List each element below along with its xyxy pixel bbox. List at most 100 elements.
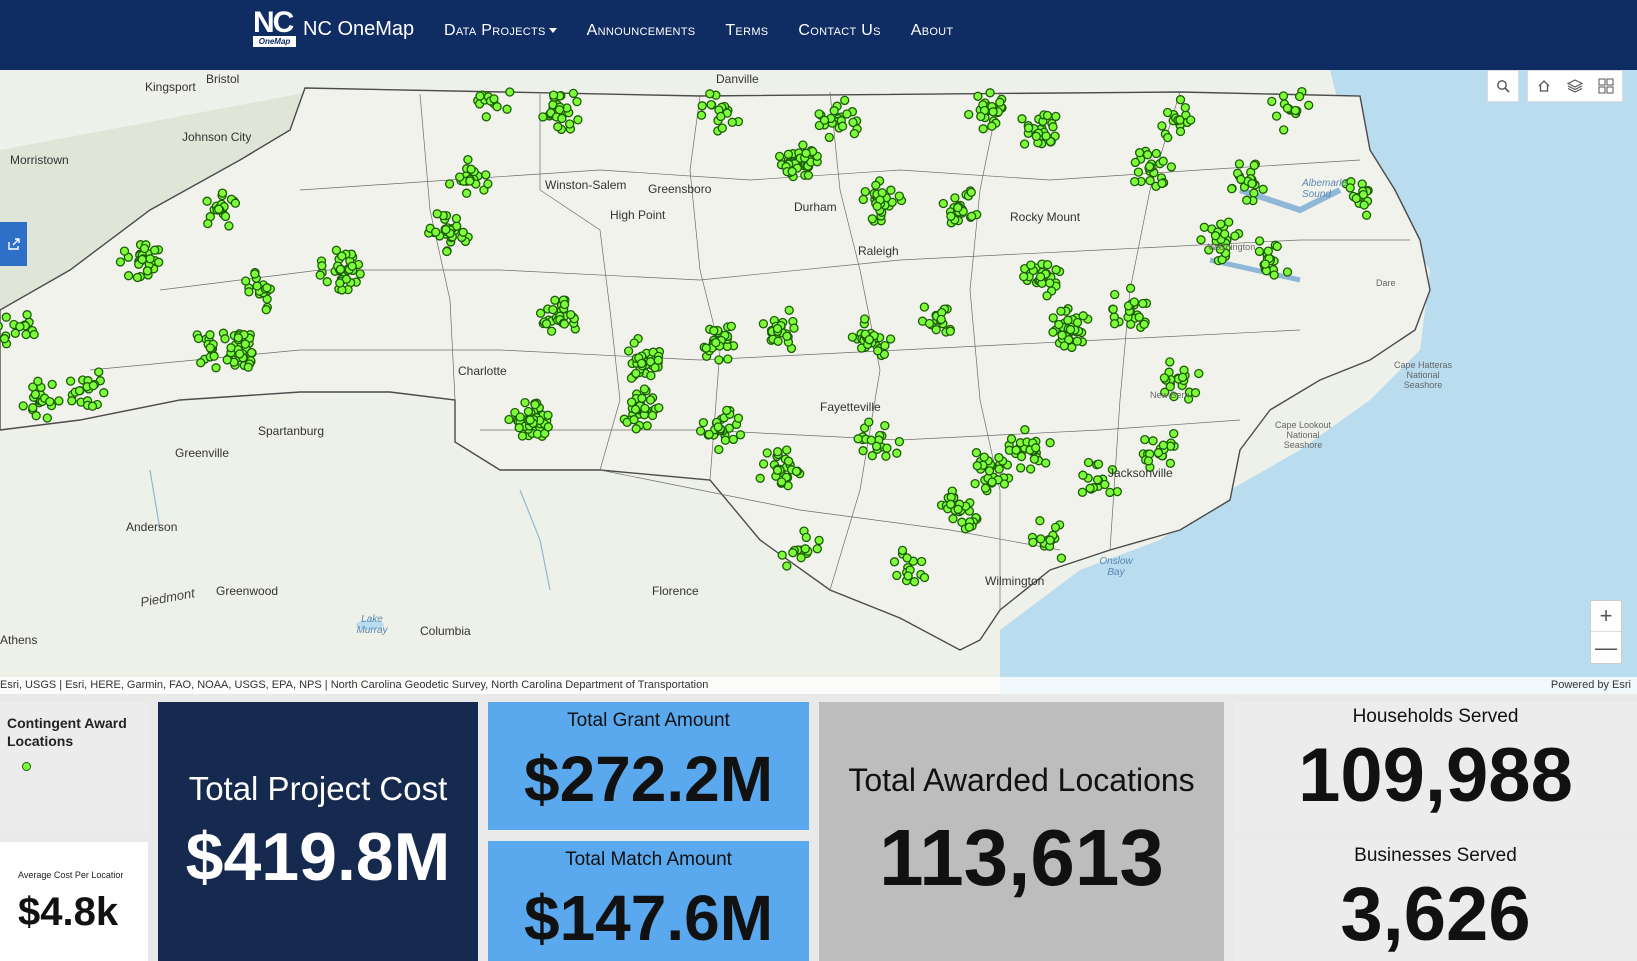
layers-icon[interactable] <box>1560 71 1590 101</box>
nav-link-contact-us[interactable]: Contact Us <box>798 22 880 44</box>
award-location-marker <box>642 421 652 431</box>
award-location-marker <box>1196 235 1206 245</box>
award-location-marker <box>538 112 548 122</box>
map-label: Greensboro <box>648 182 712 196</box>
award-location-marker <box>1210 231 1221 241</box>
award-location-marker <box>505 87 515 97</box>
home-icon[interactable] <box>1529 71 1559 101</box>
total-grant-title: Total Grant Amount <box>567 710 730 731</box>
award-location-marker <box>735 430 746 440</box>
award-location-marker <box>697 101 707 111</box>
award-location-marker <box>322 277 332 287</box>
nav-link-terms[interactable]: Terms <box>725 22 768 44</box>
award-location-marker <box>1093 459 1104 469</box>
map-label: Cape Lookout National Seashore <box>1274 420 1332 450</box>
award-location-marker <box>772 465 783 475</box>
award-location-marker <box>873 346 883 356</box>
award-location-marker <box>331 245 342 255</box>
zoom-out-button[interactable]: — <box>1591 632 1621 663</box>
top-navbar: NC OneMap NC OneMap Data Projects Announ… <box>0 0 1637 70</box>
map-attribution: Esri, USGS | Esri, HERE, Garmin, FAO, NO… <box>0 677 1637 694</box>
map-label: Raleigh <box>858 244 899 258</box>
map-label: Florence <box>652 584 699 598</box>
award-location-marker <box>572 96 582 107</box>
award-location-marker <box>777 550 787 560</box>
brand-name[interactable]: NC OneMap <box>303 18 414 41</box>
award-location-marker <box>980 483 991 493</box>
legend-title: Contingent Award Locations <box>7 715 127 749</box>
map-label: Lake Murray <box>356 614 388 636</box>
award-location-marker <box>1065 324 1076 335</box>
award-location-marker <box>1020 425 1030 435</box>
award-location-marker <box>791 466 802 477</box>
award-location-marker <box>985 88 995 98</box>
award-location-marker <box>504 414 514 425</box>
award-location-marker <box>492 102 502 112</box>
award-location-marker <box>636 358 647 369</box>
award-location-marker <box>1133 167 1144 177</box>
award-location-marker <box>47 379 57 390</box>
award-location-marker <box>0 321 3 331</box>
award-location-marker <box>984 466 995 476</box>
award-location-marker <box>726 321 736 331</box>
nc-onemap-logo[interactable]: NC OneMap <box>253 8 296 47</box>
award-location-marker <box>18 401 28 411</box>
average-cost-title: Average Cost Per Locatior <box>18 870 124 880</box>
award-location-marker <box>1108 304 1118 314</box>
award-location-marker <box>431 227 441 237</box>
nav-link-about[interactable]: About <box>911 22 954 44</box>
nav-link-announcements[interactable]: Announcements <box>587 22 696 44</box>
households-served-card: Households Served 109,988 <box>1234 702 1637 831</box>
award-location-marker <box>42 413 52 423</box>
award-location-marker <box>355 269 365 279</box>
award-location-marker <box>971 448 982 458</box>
award-location-marker <box>1 312 11 322</box>
basemap-gallery-icon[interactable] <box>1591 71 1621 101</box>
award-location-marker <box>894 191 904 201</box>
zoom-in-button[interactable]: + <box>1591 601 1621 632</box>
award-location-marker <box>240 339 250 349</box>
award-location-marker <box>1148 436 1158 446</box>
nav-link-data-projects[interactable]: Data Projects <box>444 22 557 44</box>
award-location-marker <box>1304 100 1314 110</box>
award-location-marker <box>1036 534 1046 544</box>
award-location-marker <box>972 461 982 471</box>
award-location-marker <box>235 349 245 359</box>
map-label: Morristown <box>10 153 69 167</box>
award-location-marker <box>205 343 215 353</box>
award-location-marker <box>1035 272 1046 282</box>
award-location-marker <box>1134 148 1145 158</box>
award-location-marker <box>716 111 726 122</box>
average-cost-card: Average Cost Per Locatior $4.8k <box>0 842 148 961</box>
search-icon[interactable] <box>1488 71 1518 101</box>
award-location-marker <box>150 245 160 255</box>
award-location-marker <box>250 269 260 279</box>
award-location-marker <box>535 308 546 318</box>
award-location-marker <box>848 117 858 128</box>
award-location-marker <box>1063 315 1073 325</box>
share-button[interactable] <box>0 222 27 266</box>
award-location-marker <box>243 362 253 372</box>
award-location-marker <box>871 180 881 190</box>
award-location-marker <box>483 179 493 189</box>
award-location-marker <box>543 422 553 432</box>
award-location-marker <box>847 332 858 342</box>
award-location-marker <box>1023 123 1034 133</box>
award-location-marker <box>842 109 852 119</box>
award-location-marker <box>889 557 900 567</box>
attribution-text: Esri, USGS | Esri, HERE, Garmin, FAO, NO… <box>0 679 709 691</box>
award-location-marker <box>640 403 650 414</box>
map-view[interactable]: Kingsport Bristol Danville Johnson City … <box>0 70 1637 694</box>
award-location-marker <box>867 214 877 224</box>
powered-by-esri[interactable]: Powered by Esri <box>1551 677 1631 694</box>
award-location-marker <box>142 266 153 276</box>
total-awarded-locations-title: Total Awarded Locations <box>848 762 1195 798</box>
award-location-marker <box>226 343 236 353</box>
award-location-marker <box>999 479 1010 489</box>
award-location-marker <box>864 334 874 345</box>
award-location-marker <box>1227 184 1237 194</box>
award-location-marker <box>646 370 656 381</box>
award-location-marker <box>211 363 221 373</box>
award-location-marker <box>514 423 524 433</box>
award-location-marker <box>645 395 656 405</box>
